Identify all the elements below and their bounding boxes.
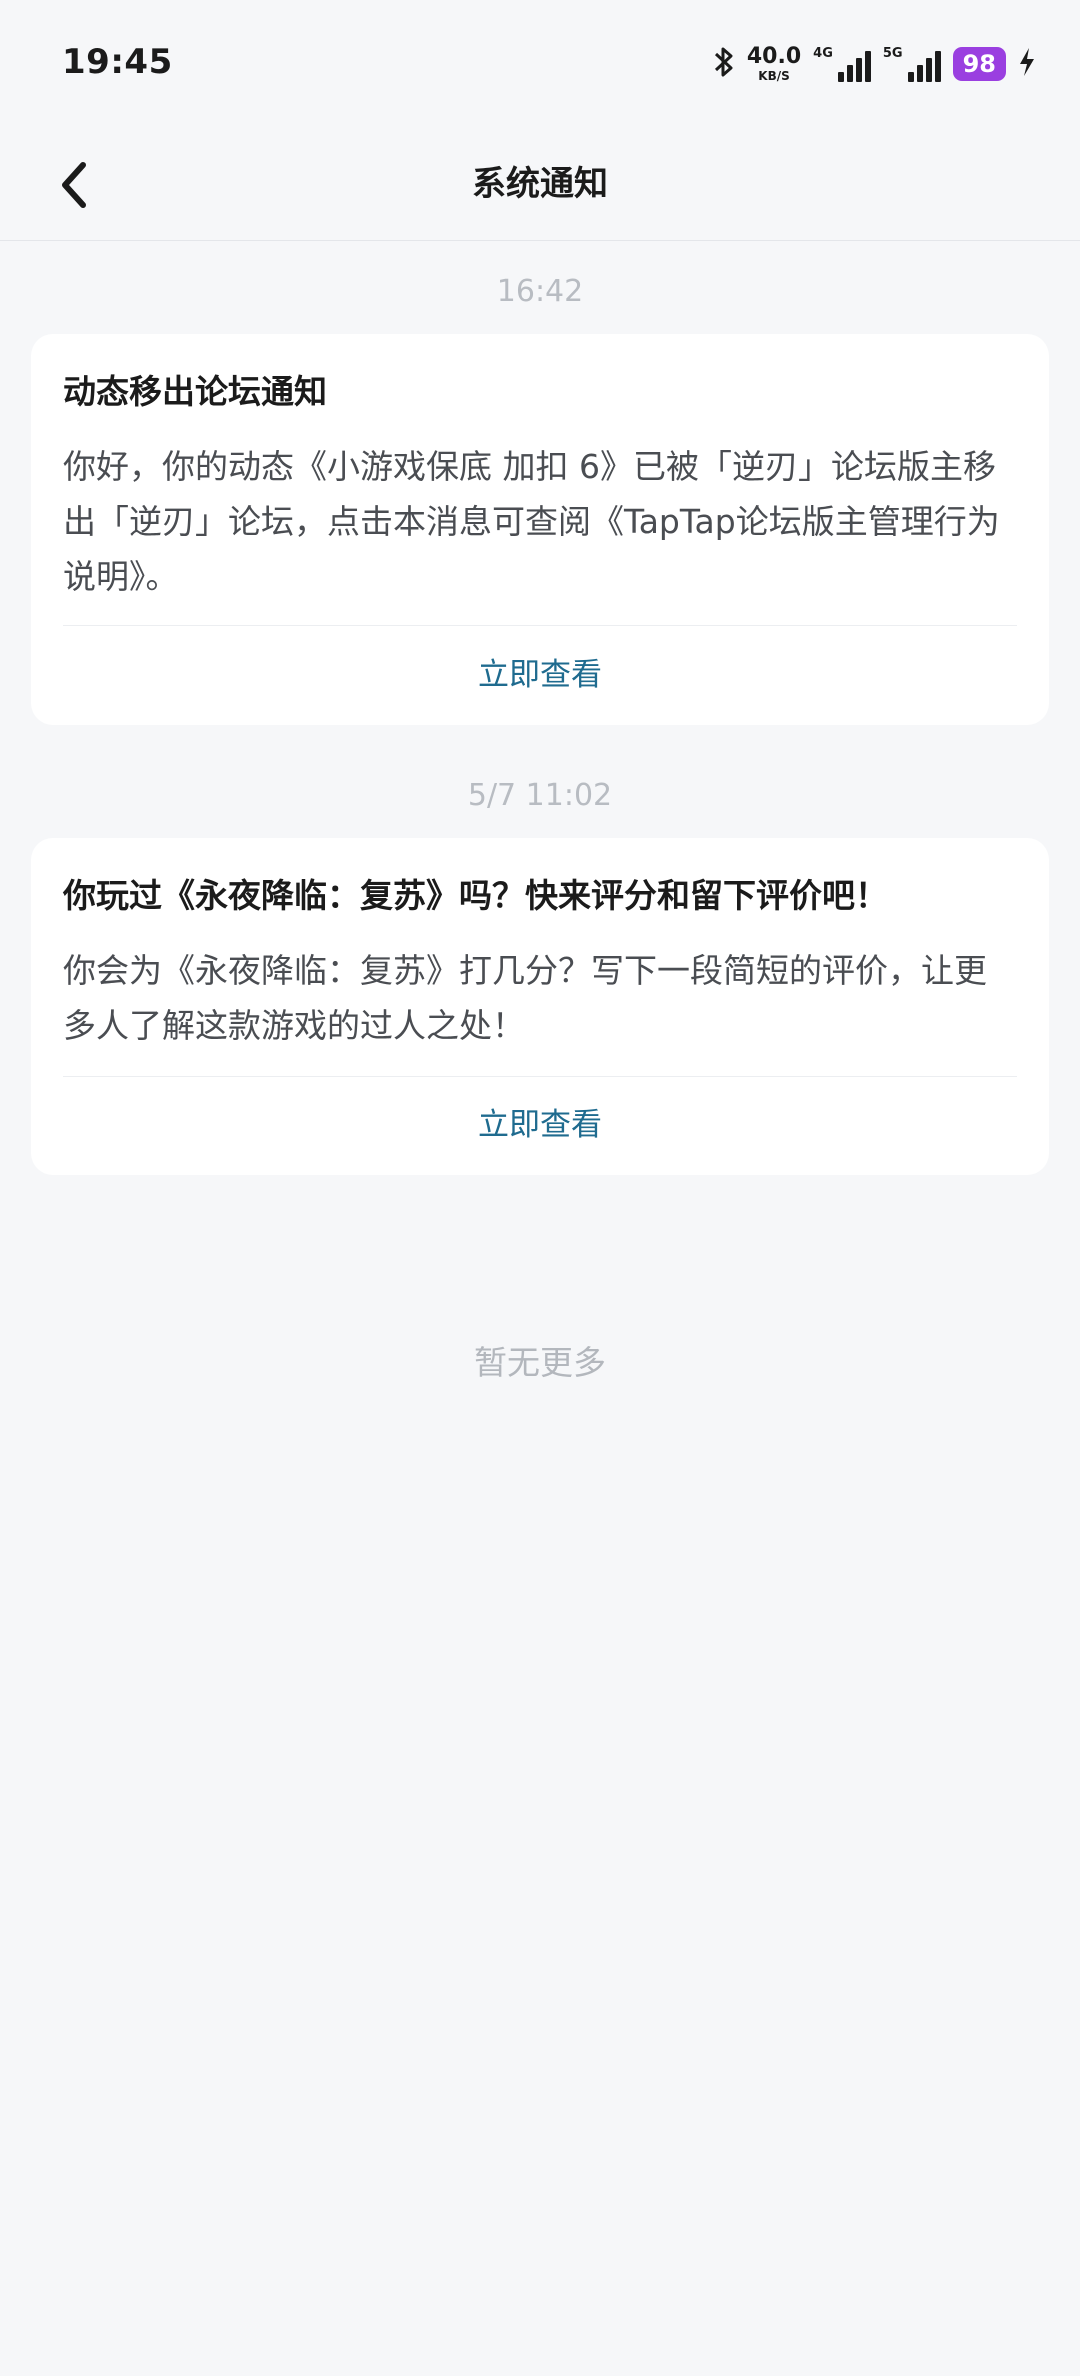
notification-body: 你好，你的动态《小游戏保底 加扣 6》已被「逆刃」论坛版主移出「逆刃」论坛，点击… — [63, 447, 1000, 596]
signal-4g-label: 4G — [813, 46, 833, 61]
notification-title: 动态移出论坛通知 — [63, 372, 327, 411]
status-icons: 40.0 KB/S 4G 5G 98 — [701, 44, 1036, 84]
notification-title: 你玩过《永夜降临：复苏》吗？快来评分和留下评价吧！ — [63, 876, 888, 915]
no-more-label: 暂无更多 — [474, 1343, 606, 1382]
notification-timestamp: 5/7 11:02 — [467, 778, 613, 813]
signal-5g-icon: 5G — [883, 46, 941, 82]
network-speed-unit: KB/S — [758, 69, 790, 83]
view-now-button[interactable]: 立即查看 — [31, 653, 1049, 697]
page-header: 系统通知 — [0, 130, 1080, 241]
notification-card[interactable]: 动态移出论坛通知 你好，你的动态《小游戏保底 加扣 6》已被「逆刃」论坛版主移出… — [31, 334, 1049, 725]
status-time: 19:45 — [62, 42, 173, 82]
battery-indicator: 98 — [952, 47, 1006, 81]
card-divider — [63, 1076, 1017, 1077]
signal-4g-icon: 4G — [813, 46, 871, 82]
card-divider — [63, 625, 1017, 626]
notification-timestamp: 16:42 — [496, 274, 584, 309]
network-speed: 40.0 KB/S — [746, 44, 802, 83]
bluetooth-icon — [713, 45, 735, 83]
charging-icon — [1018, 47, 1036, 81]
status-bar: 19:45 40.0 KB/S 4G 5G 98 — [0, 0, 1080, 130]
notification-card[interactable]: 你玩过《永夜降临：复苏》吗？快来评分和留下评价吧！ 你会为《永夜降临：复苏》打几… — [31, 838, 1049, 1175]
network-speed-value: 40.0 — [746, 44, 802, 69]
view-now-button[interactable]: 立即查看 — [31, 1103, 1049, 1147]
page-title: 系统通知 — [472, 164, 608, 204]
notification-body: 你会为《永夜降临：复苏》打几分？写下一段简短的评价，让更多人了解这款游戏的过人之… — [63, 951, 987, 1045]
signal-5g-label: 5G — [882, 46, 903, 61]
